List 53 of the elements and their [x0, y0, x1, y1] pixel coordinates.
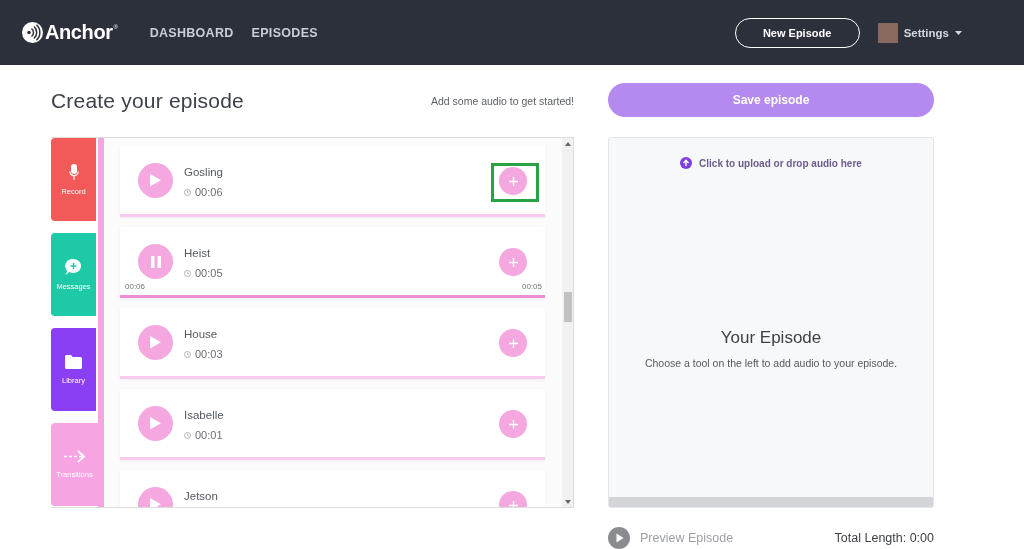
play-button[interactable]	[138, 325, 173, 360]
track-title: Heist	[184, 247, 212, 259]
elapsed-time: 00:06	[125, 282, 146, 291]
add-button[interactable]	[499, 329, 527, 357]
nav-link[interactable]: EPISODES	[251, 25, 318, 40]
plus-icon	[508, 176, 518, 186]
clock-icon	[184, 269, 191, 277]
plus-icon	[508, 257, 518, 267]
scroll-down-icon[interactable]	[564, 500, 571, 504]
logo-icon	[22, 22, 43, 43]
play-icon	[608, 527, 630, 549]
scrollbar-thumb[interactable]	[563, 292, 572, 322]
scroll-up-icon[interactable]	[564, 142, 571, 146]
add-button[interactable]	[499, 410, 527, 438]
upload-icon	[680, 157, 693, 169]
episode-heading: Your Episode	[720, 327, 822, 348]
avatar-placeholder	[877, 22, 898, 43]
plus-icon	[508, 338, 518, 348]
track-title: House	[184, 328, 219, 340]
page-title: Create your episode	[51, 89, 244, 113]
clock-icon	[184, 188, 191, 196]
upload-link[interactable]: Click to upload or drop audio here	[680, 157, 862, 169]
play-button[interactable]	[138, 163, 173, 198]
track-duration: 00:06	[195, 186, 223, 198]
caret-icon	[955, 30, 962, 35]
play-icon	[150, 417, 161, 430]
remaining-time: 00:05	[521, 282, 542, 291]
track-duration: 00:01	[195, 429, 223, 441]
track-title: Gosling	[184, 166, 223, 178]
track-title: Jetson	[184, 490, 218, 502]
settings-menu[interactable]: Settings	[877, 22, 962, 43]
folder-icon	[65, 354, 82, 369]
add-button[interactable]	[499, 167, 527, 195]
message-plus-icon	[65, 258, 82, 275]
pause-button[interactable]	[138, 244, 173, 279]
plus-icon	[508, 419, 518, 429]
nav-link[interactable]: DASHBOARD	[149, 25, 234, 40]
logo-text: Anchor$^{®}$	[45, 21, 118, 44]
play-button[interactable]	[138, 406, 173, 441]
clock-icon	[184, 431, 191, 439]
add-button[interactable]	[499, 248, 527, 276]
total-length: Total Length: 0:00	[834, 531, 934, 545]
hint-text: Add some audio to get started!	[431, 95, 574, 107]
clock-icon	[184, 350, 191, 358]
episode-description: Choose a tool on the left to add audio to your episode.	[644, 356, 898, 369]
dashed-arrow-icon	[63, 450, 86, 463]
track-title: Isabelle	[184, 409, 224, 421]
pause-icon	[150, 255, 161, 268]
track-duration: 00:03	[195, 348, 223, 360]
play-icon	[150, 174, 161, 187]
track-duration: 00:05	[195, 267, 223, 279]
microphone-icon	[68, 163, 79, 180]
play-icon	[150, 336, 161, 349]
